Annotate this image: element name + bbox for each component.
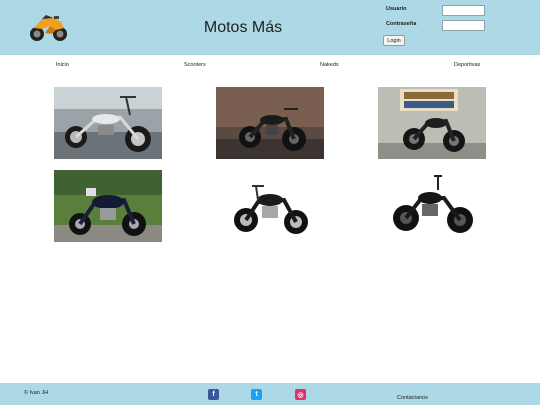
password-label: Contraseña <box>386 21 417 27</box>
contact-link[interactable]: Contáctanos <box>397 395 428 401</box>
nav-item-nakeds[interactable]: Nakeds <box>320 62 339 68</box>
chopper-motorcycle-photo[interactable] <box>54 87 162 159</box>
nav-item-scooters[interactable]: Scooters <box>184 62 206 68</box>
nav-item-inicio[interactable]: Inicio <box>56 62 69 68</box>
page: Motos Más Usuario Contraseña Login Inici… <box>0 0 540 405</box>
twitter-icon[interactable]: t <box>251 389 262 400</box>
touring-cruiser-photo[interactable] <box>54 170 162 242</box>
site-title: Motos Más <box>203 19 283 36</box>
username-input[interactable] <box>442 5 485 16</box>
password-input[interactable] <box>442 20 485 31</box>
header: Motos Más Usuario Contraseña Login <box>0 0 540 55</box>
login-button[interactable]: Login <box>383 35 405 46</box>
footer: © Ivan JH f t ◎ Contáctanos <box>0 383 540 405</box>
black-cruiser-photo[interactable] <box>216 87 324 159</box>
classic-cruiser-photo[interactable] <box>216 170 324 242</box>
instagram-icon[interactable]: ◎ <box>295 389 306 400</box>
motorcycle-logo-icon[interactable] <box>28 10 70 44</box>
bobber-motorcycle-photo[interactable] <box>378 170 486 242</box>
copyright-text: © Ivan JH <box>24 390 49 396</box>
nav-item-deportivas[interactable]: Deportivas <box>454 62 480 68</box>
username-label: Usuario <box>386 6 407 12</box>
showroom-cruiser-photo[interactable] <box>378 87 486 159</box>
facebook-icon[interactable]: f <box>208 389 219 400</box>
